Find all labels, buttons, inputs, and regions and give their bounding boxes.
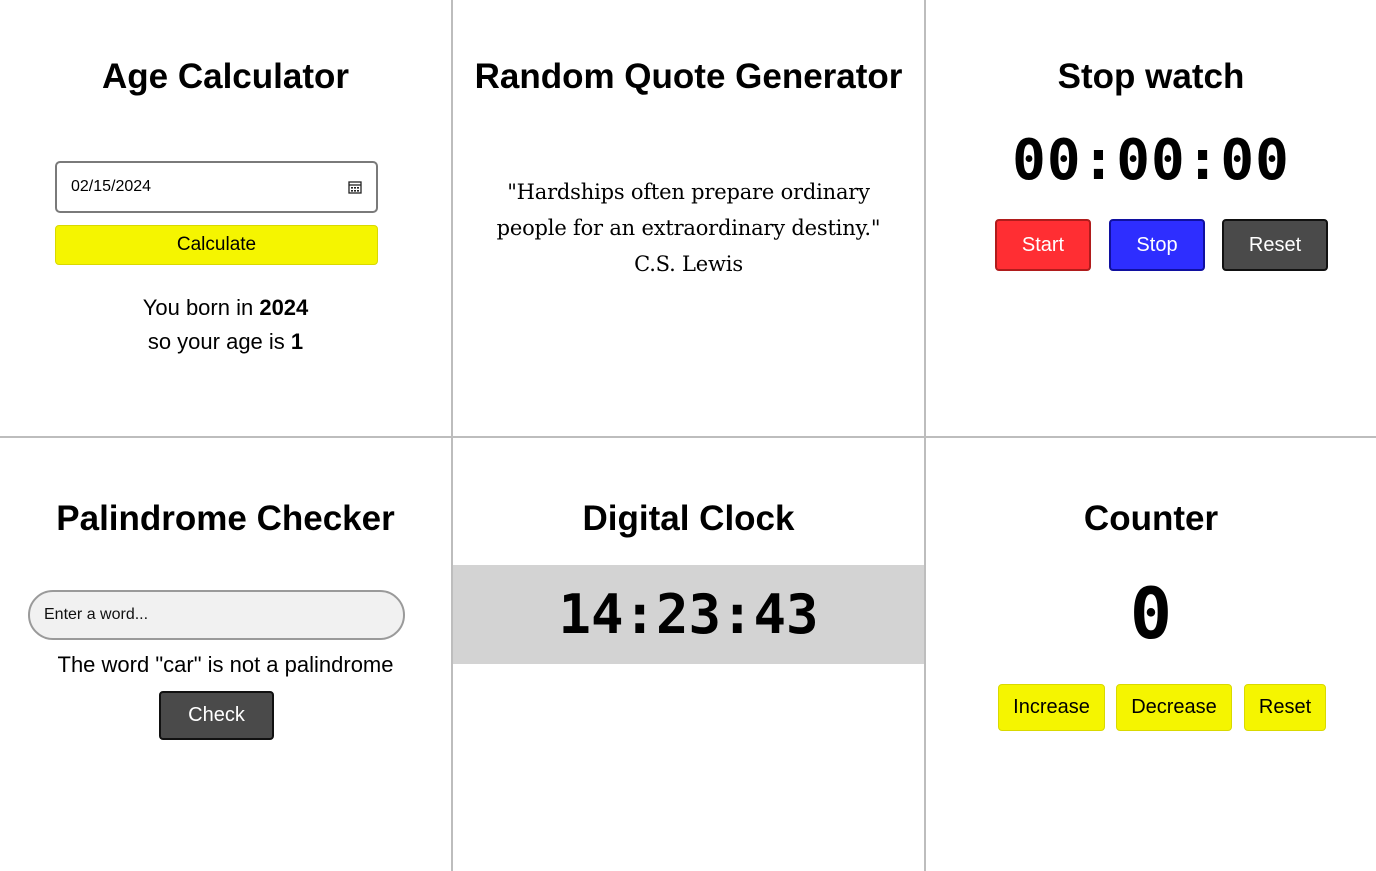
age-result-prefix: You born in [142, 295, 260, 320]
calendar-icon[interactable] [348, 180, 362, 194]
check-button[interactable]: Check [159, 691, 274, 740]
palindrome-result: The word "car" is not a palindrome [57, 652, 394, 677]
app-grid: Age Calculator 02/15/2024 Calculate You … [0, 0, 1376, 871]
stopwatch-reset-button[interactable]: Reset [1222, 219, 1328, 271]
palindrome-title: Palindrome Checker [56, 499, 395, 538]
digital-clock-panel: Digital Clock 14:23:43 [453, 438, 926, 871]
counter-reset-button[interactable]: Reset [1244, 684, 1326, 731]
palindrome-panel: Palindrome Checker Enter a word... The w… [0, 438, 453, 871]
clock-display: 14:23:43 [453, 565, 924, 664]
birthdate-input[interactable]: 02/15/2024 [55, 161, 378, 213]
quote-text: "Hardships often prepare ordinary people… [496, 180, 881, 276]
age-result-line-1: You born in 2024 [0, 291, 451, 325]
decrease-button[interactable]: Decrease [1116, 684, 1232, 731]
age-calculator-title: Age Calculator [102, 57, 349, 96]
quote-generator-panel: Random Quote Generator "Hardships often … [453, 0, 926, 438]
birthdate-value: 02/15/2024 [71, 178, 152, 195]
age-result-line-2: so your age is 1 [0, 325, 451, 359]
stopwatch-start-button[interactable]: Start [995, 219, 1091, 271]
calculate-button[interactable]: Calculate [55, 225, 378, 265]
stopwatch-stop-button[interactable]: Stop [1109, 219, 1205, 271]
word-input[interactable]: Enter a word... [28, 590, 405, 640]
age-calculator-panel: Age Calculator 02/15/2024 Calculate You … [0, 0, 453, 438]
age-result: You born in 2024 so your age is 1 [0, 291, 451, 359]
counter-value: 0 [1129, 573, 1173, 655]
born-year: 2024 [259, 295, 309, 320]
stopwatch-panel: Stop watch 00:00:00 Start Stop Reset [926, 0, 1376, 438]
age-value: 1 [290, 329, 304, 354]
quote-generator-title: Random Quote Generator [474, 57, 903, 96]
stopwatch-display: 00:00:00 [1012, 128, 1290, 193]
age-result-middle: so your age is [147, 329, 291, 354]
counter-panel: Counter 0 Increase Decrease Reset [926, 438, 1376, 871]
counter-title: Counter [1083, 499, 1219, 538]
stopwatch-title: Stop watch [1057, 57, 1245, 96]
increase-button[interactable]: Increase [998, 684, 1105, 731]
digital-clock-title: Digital Clock [582, 499, 795, 538]
